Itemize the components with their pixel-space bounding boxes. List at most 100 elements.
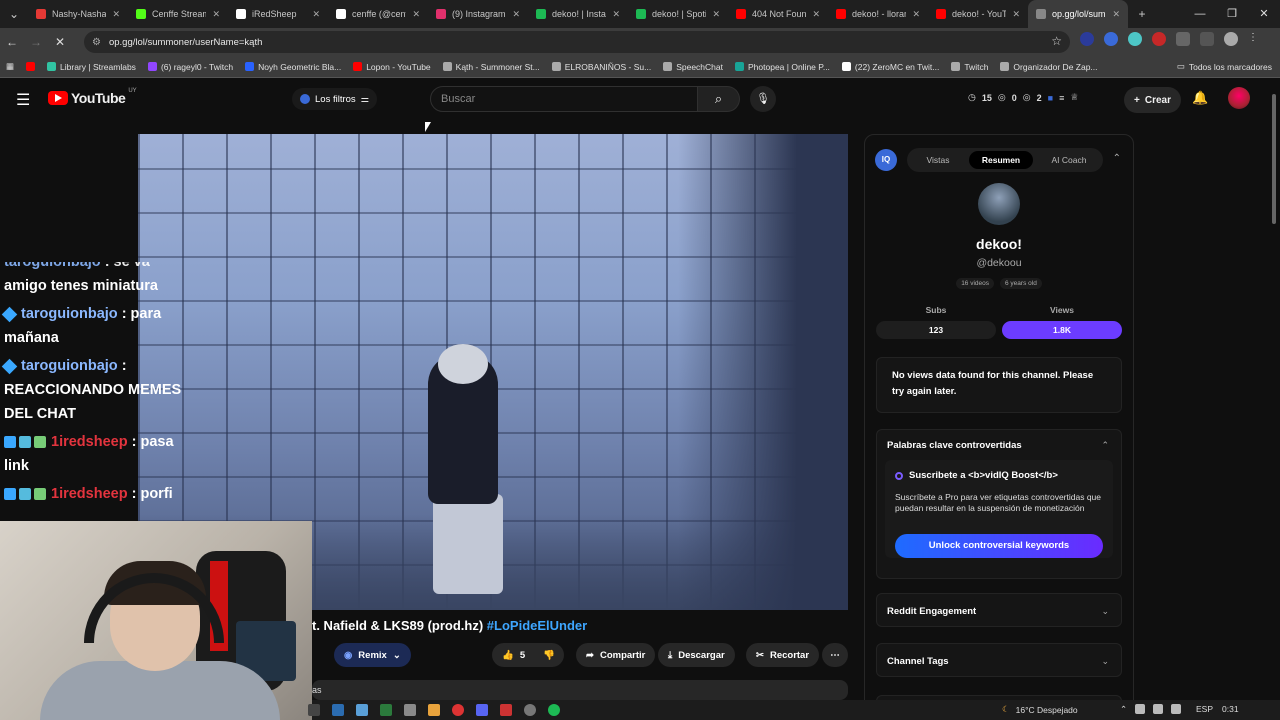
mic-button[interactable]: 🎙 bbox=[750, 86, 776, 112]
weather-widget[interactable]: ☾ 16°C Despejado bbox=[1002, 704, 1078, 715]
profile-icon[interactable] bbox=[1224, 32, 1238, 46]
more-button[interactable]: ⋯ bbox=[822, 643, 848, 667]
tray-icon[interactable] bbox=[1135, 704, 1146, 714]
browser-tab[interactable]: dekoo! - lloran ✕ bbox=[828, 0, 928, 28]
avatar[interactable] bbox=[1228, 87, 1250, 109]
app-icon[interactable] bbox=[356, 704, 368, 716]
clip-button[interactable]: ✂ Recortar bbox=[746, 643, 820, 667]
app-icon[interactable] bbox=[428, 704, 440, 716]
tab-search-icon[interactable]: ⌄ bbox=[0, 7, 28, 21]
browser-tab[interactable]: cenffe (@cenff ✕ bbox=[328, 0, 428, 28]
tab-ai-coach[interactable]: AI Coach bbox=[1039, 151, 1099, 169]
bookmark-star-icon[interactable]: ☆ bbox=[1051, 34, 1062, 48]
bookmark-item[interactable]: ELROBANIÑOS - Su... bbox=[546, 62, 657, 72]
extension-icon[interactable] bbox=[1128, 32, 1142, 46]
browser-tab[interactable]: dekoo! | Instag ✕ bbox=[528, 0, 628, 28]
youtube-bookmark-icon[interactable] bbox=[20, 62, 41, 71]
bookmark-item[interactable]: Library | Streamlabs bbox=[41, 62, 142, 72]
bookmark-item[interactable]: Photopea | Online P... bbox=[729, 62, 836, 72]
filters-button[interactable]: Los filtros ⚌ bbox=[292, 88, 378, 110]
all-bookmarks[interactable]: ▭ Todos los marcadores bbox=[1177, 61, 1272, 72]
app-icon[interactable] bbox=[500, 704, 512, 716]
close-tab-icon[interactable]: ✕ bbox=[812, 9, 820, 20]
browser-tab[interactable]: dekoo! | Spotif ✕ bbox=[628, 0, 728, 28]
puzzle-icon[interactable] bbox=[1176, 32, 1190, 46]
browser-tab[interactable]: (9) Instagram ✕ bbox=[428, 0, 528, 28]
tab-resumen[interactable]: Resumen bbox=[969, 151, 1033, 169]
browser-tab[interactable]: iRedSheep ✕ bbox=[228, 0, 328, 28]
search-button[interactable]: ⌕ bbox=[698, 86, 740, 112]
app-icon[interactable] bbox=[332, 704, 344, 716]
browser-tab[interactable]: op.gg/lol/sum ✕ bbox=[1028, 0, 1128, 28]
download-button[interactable]: ⤓ Descargar bbox=[658, 643, 735, 667]
bell-icon[interactable]: 🔔 bbox=[1192, 90, 1208, 106]
app-icon[interactable] bbox=[524, 704, 536, 716]
close-tab-icon[interactable]: ✕ bbox=[312, 9, 320, 20]
close-tab-icon[interactable]: ✕ bbox=[912, 9, 920, 20]
close-tab-icon[interactable]: ✕ bbox=[1012, 9, 1020, 20]
chevron-up-icon[interactable]: ⌃ bbox=[1120, 704, 1127, 715]
bookmark-item[interactable]: Kąth - Summoner St... bbox=[437, 62, 546, 72]
chevron-down-icon[interactable]: ⌄ bbox=[1101, 606, 1109, 617]
tray-icon[interactable] bbox=[1153, 704, 1164, 714]
close-tab-icon[interactable]: ✕ bbox=[1112, 9, 1120, 20]
new-tab-button[interactable]: + bbox=[1128, 7, 1156, 21]
spotify-icon[interactable] bbox=[548, 704, 560, 716]
unlock-keywords-button[interactable]: Unlock controversial keywords bbox=[895, 534, 1103, 558]
app-icon[interactable] bbox=[308, 704, 320, 716]
close-window-icon[interactable]: ✕ bbox=[1248, 0, 1280, 28]
bookmark-item[interactable]: (6) rageyl0 - Twitch bbox=[142, 62, 239, 72]
subs-value[interactable]: 123 bbox=[876, 321, 996, 339]
close-tab-icon[interactable]: ✕ bbox=[512, 9, 520, 20]
media-icon[interactable] bbox=[1200, 32, 1214, 46]
minimize-icon[interactable]: — bbox=[1184, 0, 1216, 28]
app-icon[interactable] bbox=[404, 704, 416, 716]
dislike-icon[interactable]: 👎 bbox=[543, 650, 555, 661]
chevron-up-icon[interactable]: ⌃ bbox=[1101, 440, 1109, 451]
hashtag-link[interactable]: #LoPideElUnder bbox=[487, 618, 587, 633]
menu-icon[interactable]: ☰ bbox=[16, 90, 30, 110]
description-box[interactable]: as bbox=[312, 680, 848, 700]
chrome-icon[interactable] bbox=[452, 704, 464, 716]
browser-tab[interactable]: 404 Not Found ✕ bbox=[728, 0, 828, 28]
channel-tags-card[interactable]: Channel Tags ⌄ bbox=[876, 643, 1122, 677]
bookmark-item[interactable]: Lopon - YouTube bbox=[347, 62, 436, 72]
tray-icon[interactable] bbox=[1171, 704, 1182, 714]
views-value[interactable]: 1.8K bbox=[1002, 321, 1122, 339]
back-icon[interactable]: ← bbox=[0, 35, 24, 49]
tab-vistas[interactable]: Vistas bbox=[913, 151, 963, 169]
page-scrollbar[interactable] bbox=[1270, 84, 1278, 684]
bookmark-item[interactable]: Noyh Geometric Bla... bbox=[239, 62, 347, 72]
app-icon[interactable] bbox=[380, 704, 392, 716]
extension-icon[interactable] bbox=[1104, 32, 1118, 46]
stop-icon[interactable]: ✕ bbox=[48, 35, 72, 49]
clock[interactable]: 0:31 bbox=[1222, 704, 1239, 714]
apps-icon[interactable]: ▦ bbox=[0, 61, 20, 72]
bookmark-item[interactable]: Twitch bbox=[945, 62, 994, 72]
bookmark-item[interactable]: SpeechChat bbox=[657, 62, 729, 72]
close-tab-icon[interactable]: ✕ bbox=[412, 9, 420, 20]
chevron-down-icon[interactable]: ⌄ bbox=[1101, 656, 1109, 667]
bookmark-item[interactable]: Organizador De Zap... bbox=[994, 62, 1103, 72]
close-tab-icon[interactable]: ✕ bbox=[612, 9, 620, 20]
trophy-icon[interactable]: ♕ bbox=[1070, 92, 1078, 103]
search-input[interactable]: Buscar bbox=[430, 86, 698, 112]
youtube-logo[interactable]: YouTube UY bbox=[48, 88, 137, 106]
scrollbar-thumb[interactable] bbox=[1272, 94, 1276, 224]
vidiq-icon[interactable]: ■ bbox=[1048, 93, 1053, 103]
like-icon[interactable]: 👍 bbox=[502, 650, 514, 661]
reddit-engagement-card[interactable]: Reddit Engagement ⌄ bbox=[876, 593, 1122, 627]
discord-icon[interactable] bbox=[476, 704, 488, 716]
close-tab-icon[interactable]: ✕ bbox=[112, 9, 120, 20]
remix-button[interactable]: ◉ Remix ⌄ bbox=[334, 643, 411, 667]
url-field[interactable]: ⚙ op.gg/lol/summoner/userName=kąth ☆ bbox=[84, 31, 1070, 53]
close-tab-icon[interactable]: ✕ bbox=[712, 9, 720, 20]
extension-icon[interactable] bbox=[1080, 32, 1094, 46]
language-indicator[interactable]: ESP bbox=[1196, 704, 1213, 714]
browser-tab[interactable]: Nashy-Nasha ✕ bbox=[28, 0, 128, 28]
maximize-icon[interactable]: ❐ bbox=[1216, 0, 1248, 28]
bookmark-item[interactable]: (22) ZeroMC en Twit... bbox=[836, 62, 945, 72]
share-button[interactable]: ➦ Compartir bbox=[576, 643, 656, 667]
extension-icon[interactable] bbox=[1152, 32, 1166, 46]
vidiq-stats[interactable]: ◷ 15 ◎ 0 ◎ 2 ■ ≡ ♕ bbox=[968, 92, 1078, 103]
